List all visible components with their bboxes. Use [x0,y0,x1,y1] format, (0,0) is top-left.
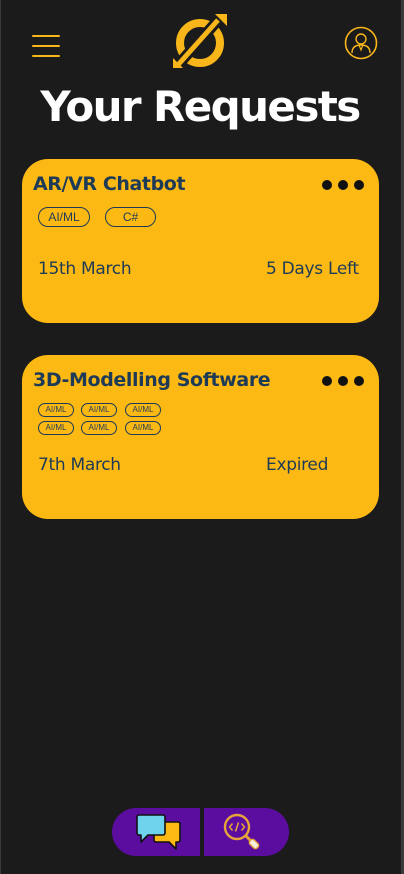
nav-search-button[interactable] [204,808,289,856]
tag-chip: AI/ML [38,207,90,227]
user-profile-icon[interactable] [344,26,378,60]
tag-chip: C# [105,207,156,227]
hamburger-menu-icon[interactable] [32,34,60,58]
request-status: 5 Days Left [266,259,359,279]
more-options-icon[interactable] [322,179,364,191]
request-date: 15th March [38,259,132,279]
nav-chat-button[interactable] [112,808,200,856]
tag-chip: AI/ML [81,421,117,435]
request-title: AR/VR Chatbot [33,173,186,195]
code-search-icon [223,813,260,850]
tag-chip: AI/ML [125,421,161,435]
bottom-nav [112,808,289,856]
request-title: 3D-Modelling Software [33,369,271,391]
page-title: Your Requests [40,82,361,131]
request-card[interactable]: 3D-Modelling Software AI/ML AI/ML AI/ML … [22,355,379,519]
tag-chip: AI/ML [38,403,74,417]
request-card[interactable]: AR/VR Chatbot AI/ML C# 15th March 5 Days… [22,159,379,323]
tag-chip: AI/ML [81,403,117,417]
app-logo-icon [171,12,229,70]
chat-bubbles-icon [136,814,181,850]
request-date: 7th March [38,455,121,475]
more-options-icon[interactable] [322,375,364,387]
request-status: Expired [266,455,329,475]
tag-chip: AI/ML [125,403,161,417]
tag-chip: AI/ML [38,421,74,435]
